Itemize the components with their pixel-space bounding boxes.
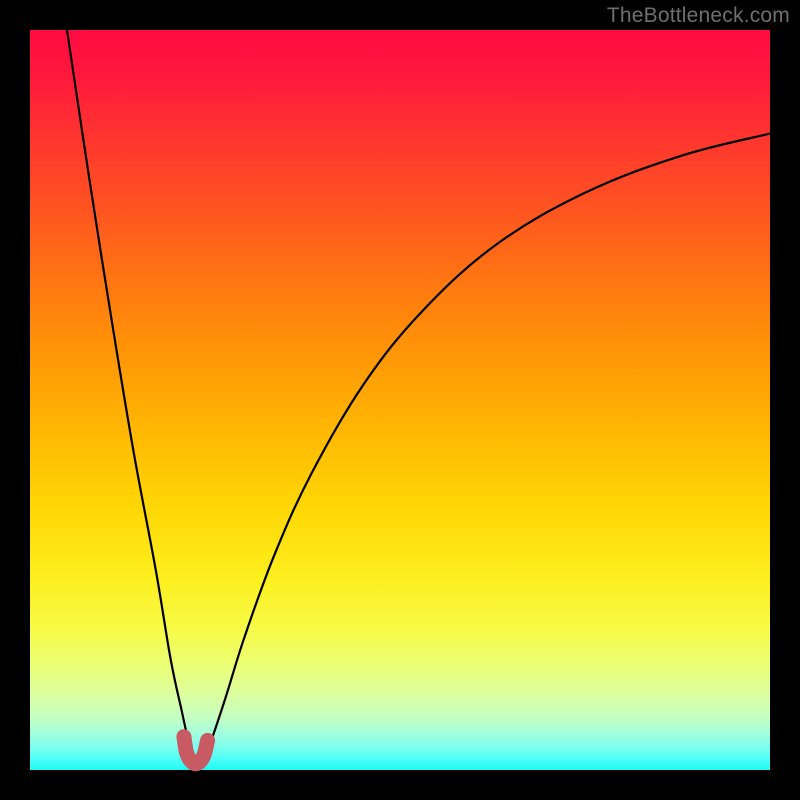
watermark-text: TheBottleneck.com: [607, 4, 790, 28]
chart-frame: TheBottleneck.com: [0, 0, 800, 800]
minimum-marker: [184, 737, 208, 764]
plot-area: [30, 30, 770, 770]
curve-layer: [30, 30, 770, 770]
bottleneck-curve: [67, 30, 770, 761]
curve-right-branch: [203, 134, 770, 762]
curve-left-branch: [67, 30, 194, 761]
